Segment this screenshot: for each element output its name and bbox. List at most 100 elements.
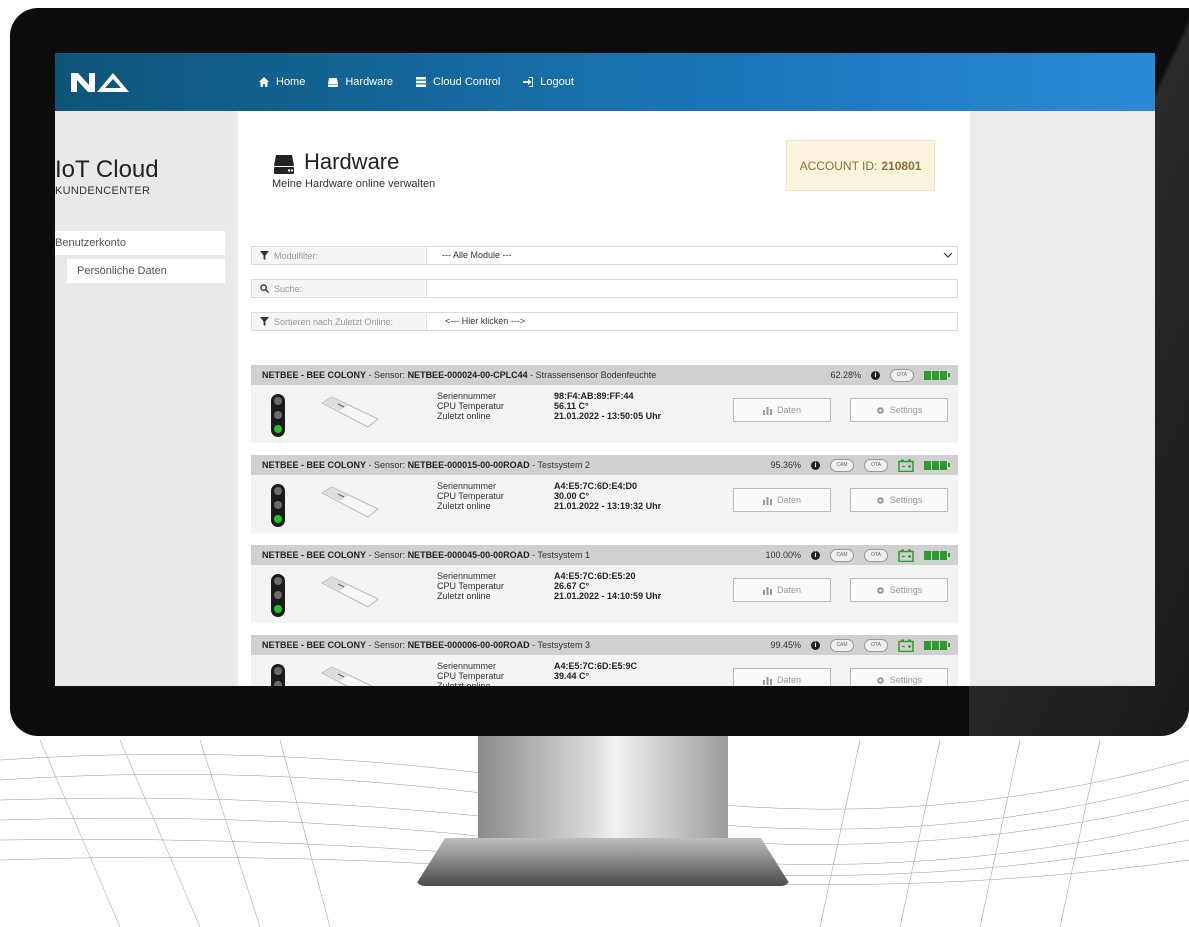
serial-label: Seriennummer (437, 661, 497, 671)
spec-labels: Seriennummer CPU Temperatur Zuletzt onli… (437, 481, 504, 511)
device-prefix: NETBEE - BEE COLONY (262, 640, 367, 650)
spec-labels: Seriennummer CPU Temperatur Zuletzt onli… (437, 391, 504, 421)
online-label: Zuletzt online (437, 681, 491, 686)
module-filter[interactable]: Modulfilter: --- Alle Module --- (251, 246, 958, 265)
brand-logo[interactable] (69, 70, 139, 94)
online-value: 21.01.2022 - 13:19:32 Uhr (554, 501, 662, 511)
device-id: NETBEE-000006-00-00ROAD (407, 640, 530, 650)
cpu-label: CPU Temperatur (437, 491, 504, 501)
filter-icon (260, 251, 269, 260)
battery-icon (924, 460, 950, 470)
bar-chart-icon (762, 406, 772, 415)
serial-value: A4:E5:7C:6D:E5:20 (554, 571, 636, 581)
data-button[interactable]: Daten (733, 488, 831, 512)
data-button-label: Daten (776, 675, 802, 685)
data-button[interactable]: Daten (733, 668, 831, 686)
sensor-label: - Sensor: (368, 370, 406, 380)
device-status: 62.28% i OTA (830, 365, 950, 385)
spec-values: A4:E5:7C:6D:E5:9C 39.44 C° (554, 661, 637, 681)
signal-percent: 95.36% (770, 460, 801, 470)
sidebar-item-account[interactable]: Benutzerkonto (55, 231, 225, 255)
device-card: NETBEE - BEE COLONY - Sensor: NETBEE-000… (251, 365, 958, 443)
spec-labels: Seriennummer CPU Temperatur Zuletzt onli… (437, 571, 504, 601)
info-icon[interactable]: i (871, 370, 880, 380)
sort-label: Sortieren nach Zuletzt Online: (274, 316, 394, 327)
data-button[interactable]: Daten (733, 578, 831, 602)
serial-label: Seriennummer (437, 391, 497, 401)
sidebar-title: IoT Cloud (55, 156, 159, 183)
signal-percent: 99.45% (770, 640, 801, 650)
ota-badge[interactable]: OTA (864, 548, 888, 562)
device-status: 95.36% i CAM OTA (770, 455, 950, 475)
device-id: NETBEE-000015-00-00ROAD (407, 460, 530, 470)
traffic-light-icon (271, 394, 285, 437)
search-field[interactable]: Suche: (251, 279, 958, 298)
data-button-label: Daten (776, 585, 802, 595)
sensor-device-image (320, 486, 379, 518)
sort-filter[interactable]: Sortieren nach Zuletzt Online: <--- Hier… (251, 312, 958, 331)
settings-button[interactable]: Settings (850, 578, 948, 602)
traffic-light-icon (271, 574, 285, 617)
cpu-value: 56.11 C° (554, 401, 589, 411)
module-filter-label: Modulfilter: (274, 250, 319, 261)
ota-badge[interactable]: OTA (890, 368, 914, 382)
device-name: Testsystem 2 (537, 460, 590, 470)
search-icon (260, 284, 269, 293)
hard-drive-icon (274, 155, 294, 174)
device-card: NETBEE - BEE COLONY - Sensor: NETBEE-000… (251, 545, 958, 623)
settings-button[interactable]: Settings (850, 398, 948, 422)
cpu-label: CPU Temperatur (437, 671, 504, 681)
info-icon[interactable]: i (811, 460, 820, 470)
nav-cloud-control[interactable]: Cloud Control (415, 76, 500, 88)
monitor-screen: Home Hardware Cloud Control Logout IoT C… (55, 53, 1155, 686)
cam-badge[interactable]: CAM (830, 638, 854, 652)
nav-hardware[interactable]: Hardware (327, 76, 393, 88)
cam-badge[interactable]: CAM (830, 458, 854, 472)
sensor-label: - Sensor: (368, 460, 406, 470)
settings-button[interactable]: Settings (850, 668, 948, 686)
settings-button[interactable]: Settings (850, 488, 948, 512)
account-label: ACCOUNT ID: (799, 158, 878, 173)
bar-chart-icon (762, 496, 772, 505)
gear-icon (876, 586, 884, 594)
account-id-badge: ACCOUNT ID: 210801 (786, 140, 935, 191)
sort-value: <--- Hier klicken ---> (445, 316, 526, 326)
settings-button-label: Settings (889, 675, 923, 685)
device-prefix: NETBEE - BEE COLONY (262, 370, 367, 380)
data-button[interactable]: Daten (733, 398, 831, 422)
top-navbar: Home Hardware Cloud Control Logout (55, 53, 1155, 111)
gear-icon (876, 676, 884, 684)
serial-value: 98:F4:AB:89:FF:44 (554, 391, 634, 401)
bar-chart-icon (762, 586, 772, 595)
info-icon[interactable]: i (811, 550, 820, 560)
main-nav: Home Hardware Cloud Control Logout (258, 53, 574, 111)
sidebar-subtitle: KUNDENCENTER (55, 185, 151, 197)
search-label-cell: Suche: (252, 280, 427, 297)
device-card: NETBEE - BEE COLONY - Sensor: NETBEE-000… (251, 635, 958, 686)
filter-icon (260, 317, 269, 326)
cpu-value: 26.67 C° (554, 581, 590, 591)
device-name: Testsystem 1 (537, 550, 590, 560)
solar-battery-icon (898, 549, 914, 562)
main-content: Hardware Meine Hardware online verwalten… (238, 111, 970, 686)
right-pane (970, 111, 1155, 686)
ota-badge[interactable]: OTA (864, 638, 888, 652)
cam-badge[interactable]: CAM (830, 548, 854, 562)
nav-home[interactable]: Home (258, 76, 305, 88)
signal-percent: 100.00% (765, 550, 801, 560)
sidebar-item-personal-data[interactable]: Persönliche Daten (67, 259, 225, 283)
settings-button-label: Settings (889, 405, 923, 415)
info-icon[interactable]: i (811, 640, 820, 650)
settings-button-label: Settings (889, 585, 923, 595)
serial-label: Seriennummer (437, 571, 497, 581)
page-subtitle: Meine Hardware online verwalten (272, 178, 436, 190)
module-filter-label-cell: Modulfilter: (252, 247, 427, 264)
nav-home-label: Home (276, 76, 306, 88)
nav-logout[interactable]: Logout (522, 76, 574, 88)
solar-battery-icon (898, 459, 914, 472)
traffic-light-icon (271, 484, 285, 527)
ota-badge[interactable]: OTA (864, 458, 888, 472)
data-button-label: Daten (776, 495, 802, 505)
cpu-value: 30.00 C° (554, 491, 590, 501)
spec-values: A4:E5:7C:6D:E5:20 26.67 C° 21.01.2022 - … (554, 571, 661, 601)
